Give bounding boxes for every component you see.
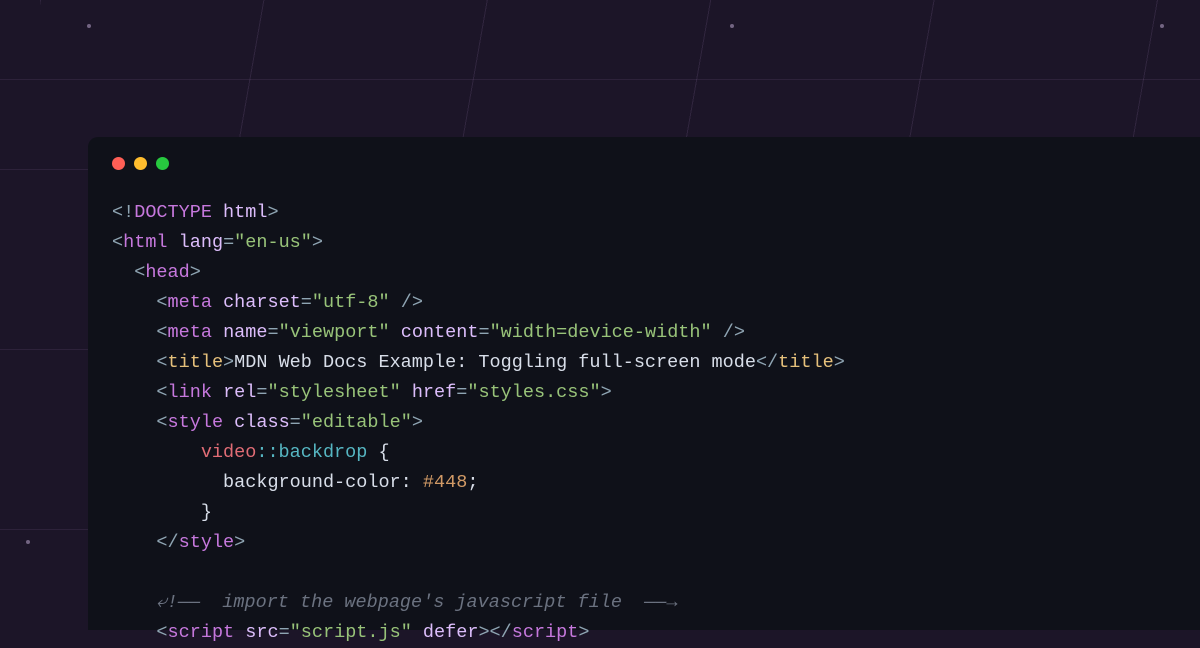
code-token: #448 [423,472,467,493]
code-token: "styles.css" [467,382,600,403]
code-token: "viewport" [279,322,390,343]
maximize-icon[interactable] [156,157,169,170]
code-token: defer [423,622,479,643]
code-token: > [267,202,278,223]
code-token: name [223,322,267,343]
code-token: ::backdrop [256,442,367,463]
minimize-icon[interactable] [134,157,147,170]
code-token: charset [223,292,301,313]
code-token: rel [223,382,256,403]
code-token: "stylesheet" [267,382,400,403]
code-token: DOCTYPE [134,202,212,223]
code-token: link [168,382,212,403]
code-token: style [179,532,235,553]
code-token: title [778,352,834,373]
code-token: "script.js" [290,622,412,643]
code-token: background-color [223,472,401,493]
code-block: <!DOCTYPE html> <html lang="en-us"> <hea… [112,198,1176,648]
code-token: meta [168,322,212,343]
code-token: "editable" [301,412,412,433]
window-controls [112,157,1176,170]
code-token: src [245,622,278,643]
code-token: style [168,412,224,433]
code-token: MDN Web Docs Example: Toggling full-scre… [234,352,756,373]
code-token: lang [179,232,223,253]
code-token: head [145,262,189,283]
code-editor-window: <!DOCTYPE html> <html lang="en-us"> <hea… [88,137,1200,630]
code-token: script [168,622,235,643]
code-token: href [412,382,456,403]
code-token: video [201,442,257,463]
code-token: script [512,622,579,643]
code-token: html [123,232,167,253]
code-token: "width=device-width" [490,322,712,343]
code-token: content [401,322,479,343]
code-comment: ⤶!—— import the webpage's javascript fil… [156,592,677,613]
code-token: html [223,202,267,223]
code-token: <! [112,202,134,223]
close-icon[interactable] [112,157,125,170]
code-token: "en-us" [234,232,312,253]
code-token: meta [168,292,212,313]
code-token: title [168,352,224,373]
code-token: "utf-8" [312,292,390,313]
code-token: class [234,412,290,433]
